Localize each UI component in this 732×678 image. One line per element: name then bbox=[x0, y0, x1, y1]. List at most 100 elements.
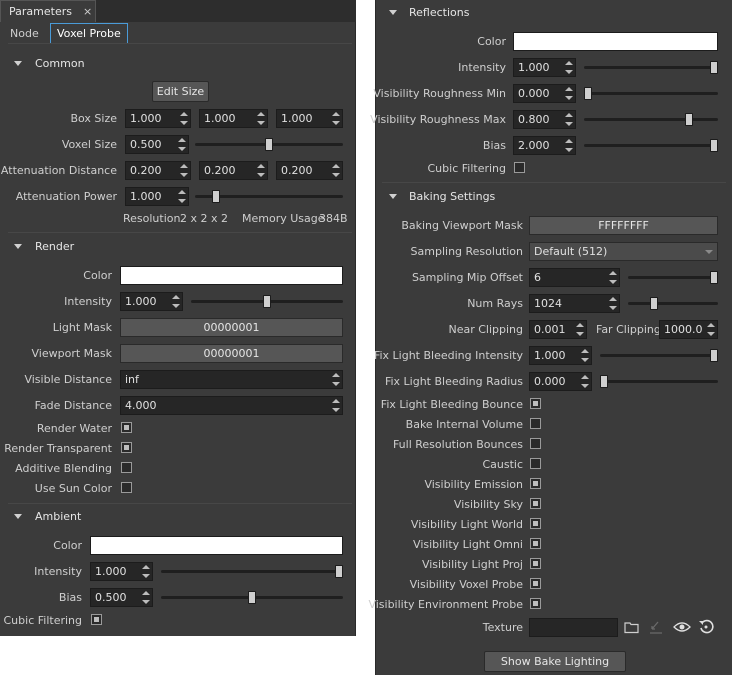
slider-handle[interactable] bbox=[248, 591, 256, 604]
baking-checkbox[interactable] bbox=[530, 498, 541, 509]
baking-checkbox[interactable] bbox=[530, 578, 541, 589]
spin-arrows-icon[interactable] bbox=[172, 295, 180, 308]
visibility-roughness-min-slider[interactable] bbox=[584, 87, 718, 100]
baking-checkbox[interactable] bbox=[530, 518, 541, 529]
ambient-bias-slider[interactable] bbox=[161, 591, 343, 604]
slider-handle[interactable] bbox=[710, 349, 718, 362]
spin-arrows-icon[interactable] bbox=[332, 373, 340, 386]
slider-handle[interactable] bbox=[584, 87, 592, 100]
ambient-intensity-slider[interactable] bbox=[161, 565, 343, 578]
reset-icon[interactable] bbox=[698, 619, 714, 635]
use-sun-color-checkbox[interactable] bbox=[121, 482, 132, 493]
spin-arrows-icon[interactable] bbox=[576, 323, 584, 336]
spin-arrows-icon[interactable] bbox=[142, 591, 150, 604]
spin-arrows-icon[interactable] bbox=[178, 190, 186, 203]
reflections-bias-slider[interactable] bbox=[584, 139, 718, 152]
visible-distance-input[interactable]: inf bbox=[120, 370, 343, 389]
baking-checkbox[interactable] bbox=[530, 558, 541, 569]
light-mask-button[interactable]: 00000001 bbox=[120, 318, 343, 337]
sampling-resolution-select[interactable]: Default (512) bbox=[529, 242, 718, 261]
slider-handle[interactable] bbox=[710, 271, 718, 284]
slider-handle[interactable] bbox=[685, 113, 693, 126]
render-transparent-checkbox[interactable] bbox=[121, 442, 132, 453]
collapse-common-icon[interactable] bbox=[14, 61, 22, 66]
slider-handle[interactable] bbox=[212, 190, 220, 203]
sampling-mip-offset-input[interactable]: 6 bbox=[529, 268, 620, 287]
collapse-ambient-icon[interactable] bbox=[14, 514, 22, 519]
box-size-z-input[interactable]: 1.000 bbox=[276, 109, 343, 128]
baking-checkbox[interactable] bbox=[530, 458, 541, 469]
folder-icon[interactable] bbox=[624, 620, 639, 634]
fix-light-bleeding-radius-slider[interactable] bbox=[600, 375, 718, 388]
render-intensity-input[interactable]: 1.000 bbox=[120, 292, 183, 311]
spin-arrows-icon[interactable] bbox=[332, 399, 340, 412]
reflections-cubic-filtering-checkbox[interactable] bbox=[514, 162, 525, 173]
baking-checkbox[interactable] bbox=[530, 398, 541, 409]
fix-light-bleeding-intensity-input[interactable]: 1.000 bbox=[529, 346, 592, 365]
collapse-reflections-icon[interactable] bbox=[389, 10, 397, 15]
slider-handle[interactable] bbox=[650, 297, 658, 310]
attenuation-distance-x-input[interactable]: 0.200 bbox=[125, 161, 191, 180]
slider-handle[interactable] bbox=[265, 138, 273, 151]
additive-blending-checkbox[interactable] bbox=[121, 462, 132, 473]
reflections-intensity-slider[interactable] bbox=[584, 61, 718, 74]
viewport-mask-button[interactable]: 00000001 bbox=[120, 344, 343, 363]
ambient-cubic-filtering-checkbox[interactable] bbox=[91, 614, 102, 625]
collapse-baking-icon[interactable] bbox=[389, 194, 397, 199]
reflections-bias-input[interactable]: 2.000 bbox=[513, 136, 576, 155]
render-color-swatch[interactable] bbox=[120, 266, 343, 285]
slider-handle[interactable] bbox=[710, 61, 718, 74]
voxel-size-input[interactable]: 0.500 bbox=[125, 135, 189, 154]
eye-icon[interactable] bbox=[673, 620, 691, 634]
baking-checkbox[interactable] bbox=[530, 478, 541, 489]
spin-arrows-icon[interactable] bbox=[565, 61, 573, 74]
tab-parameters[interactable]: Parameters × bbox=[0, 0, 96, 22]
spin-arrows-icon[interactable] bbox=[180, 112, 188, 125]
fix-light-bleeding-intensity-slider[interactable] bbox=[600, 349, 718, 362]
reflections-color-swatch[interactable] bbox=[513, 32, 718, 51]
ambient-intensity-input[interactable]: 1.000 bbox=[90, 562, 153, 581]
slider-handle[interactable] bbox=[600, 375, 608, 388]
baking-viewport-mask-button[interactable]: FFFFFFFF bbox=[529, 216, 718, 235]
box-size-y-input[interactable]: 1.000 bbox=[199, 109, 268, 128]
visibility-roughness-max-input[interactable]: 0.800 bbox=[513, 110, 576, 129]
collapse-render-icon[interactable] bbox=[14, 244, 22, 249]
box-size-x-input[interactable]: 1.000 bbox=[125, 109, 191, 128]
spin-arrows-icon[interactable] bbox=[257, 112, 265, 125]
spin-arrows-icon[interactable] bbox=[581, 375, 589, 388]
attenuation-power-slider[interactable] bbox=[195, 190, 343, 203]
edit-size-button[interactable]: Edit Size bbox=[152, 81, 209, 102]
spin-arrows-icon[interactable] bbox=[178, 138, 186, 151]
slider-handle[interactable] bbox=[263, 295, 271, 308]
fix-light-bleeding-radius-input[interactable]: 0.000 bbox=[529, 372, 592, 391]
close-icon[interactable]: × bbox=[83, 1, 92, 22]
far-clipping-input[interactable]: 1000.0 bbox=[659, 320, 718, 339]
spin-arrows-icon[interactable] bbox=[332, 112, 340, 125]
fade-distance-input[interactable]: 4.000 bbox=[120, 396, 343, 415]
spin-arrows-icon[interactable] bbox=[142, 565, 150, 578]
num-rays-slider[interactable] bbox=[628, 297, 718, 310]
baking-checkbox[interactable] bbox=[530, 438, 541, 449]
tab-node[interactable]: Node bbox=[4, 24, 45, 44]
baking-checkbox[interactable] bbox=[530, 538, 541, 549]
ambient-bias-input[interactable]: 0.500 bbox=[90, 588, 153, 607]
spin-arrows-icon[interactable] bbox=[332, 164, 340, 177]
baking-checkbox[interactable] bbox=[530, 418, 541, 429]
spin-arrows-icon[interactable] bbox=[609, 297, 617, 310]
spin-arrows-icon[interactable] bbox=[257, 164, 265, 177]
near-clipping-input[interactable]: 0.001 bbox=[529, 320, 587, 339]
spin-arrows-icon[interactable] bbox=[565, 113, 573, 126]
spin-arrows-icon[interactable] bbox=[180, 164, 188, 177]
render-intensity-slider[interactable] bbox=[191, 295, 343, 308]
spin-arrows-icon[interactable] bbox=[565, 87, 573, 100]
attenuation-power-input[interactable]: 1.000 bbox=[125, 187, 189, 206]
reflections-intensity-input[interactable]: 1.000 bbox=[513, 58, 576, 77]
visibility-roughness-max-slider[interactable] bbox=[584, 113, 718, 126]
num-rays-input[interactable]: 1024 bbox=[529, 294, 620, 313]
visibility-roughness-min-input[interactable]: 0.000 bbox=[513, 84, 576, 103]
spin-arrows-icon[interactable] bbox=[581, 349, 589, 362]
show-bake-lighting-button[interactable]: Show Bake Lighting bbox=[484, 651, 626, 672]
tab-voxel-probe[interactable]: Voxel Probe bbox=[50, 23, 128, 43]
spin-arrows-icon[interactable] bbox=[609, 271, 617, 284]
attenuation-distance-y-input[interactable]: 0.200 bbox=[199, 161, 268, 180]
